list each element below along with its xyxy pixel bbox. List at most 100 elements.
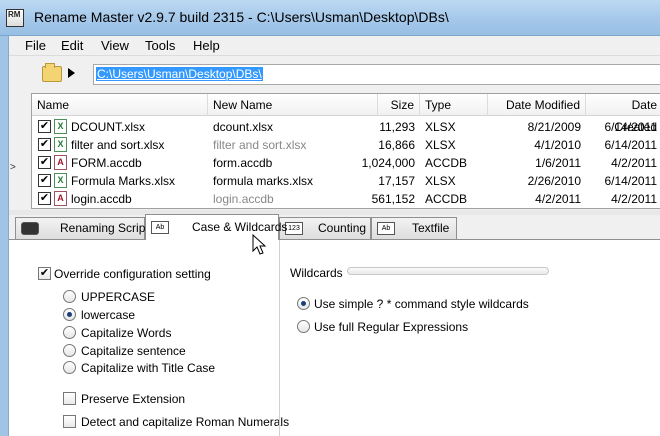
preserve-extension-checkbox[interactable] — [63, 392, 76, 405]
table-row[interactable]: ✔ X filter and sort.xlsx filter and sort… — [32, 136, 660, 154]
date-modified: 1/6/2011 — [535, 156, 581, 170]
column-header-size[interactable]: Size — [378, 94, 420, 116]
file-type: ACCDB — [425, 156, 468, 170]
file-name: FORM.accdb — [71, 156, 142, 170]
row-checkbox[interactable]: ✔ — [38, 156, 51, 169]
uppercase-radio[interactable] — [63, 290, 76, 303]
file-size: 16,866 — [378, 138, 415, 152]
file-list[interactable]: Name New Name Size Type Date Modified Da… — [31, 93, 660, 209]
date-created: 4/2/2011 — [611, 156, 657, 170]
window-title: Rename Master v2.9.7 build 2315 - C:\Use… — [34, 9, 449, 25]
row-checkbox[interactable]: ✔ — [38, 174, 51, 187]
tab-bar: Renaming Script Ab Case & Wildcards 123 … — [9, 214, 660, 240]
path-value: C:\Users\Usman\Desktop\DBs\ — [96, 67, 263, 81]
column-header-name[interactable]: Name — [32, 94, 208, 116]
textfile-icon: Ab — [377, 222, 395, 235]
file-size: 561,152 — [371, 192, 415, 206]
mouse-cursor-icon — [252, 234, 267, 255]
simple-wildcards-radio[interactable] — [297, 297, 310, 310]
tab-label: Case & Wildcards — [192, 220, 288, 234]
capitalize-sentence-label[interactable]: Capitalize sentence — [81, 344, 186, 358]
date-created: 6/14/2011 — [604, 120, 658, 134]
menu-view[interactable]: View — [101, 38, 129, 53]
menu-tools[interactable]: Tools — [145, 38, 175, 53]
row-checkbox[interactable]: ✔ — [38, 138, 51, 151]
path-input[interactable]: C:\Users\Usman\Desktop\DBs\ — [93, 64, 660, 85]
expand-arrow-icon[interactable]: > — [10, 162, 16, 173]
file-size: 1,024,000 — [361, 156, 415, 170]
case-icon: Ab — [151, 221, 169, 234]
file-type: ACCDB — [425, 192, 468, 206]
capitalize-words-radio[interactable] — [63, 326, 76, 339]
case-wildcards-panel: ✔ Override configuration setting UPPERCA… — [9, 240, 660, 436]
folder-browse-icon[interactable] — [42, 63, 62, 82]
row-checkbox[interactable]: ✔ — [38, 192, 51, 205]
title-case-label[interactable]: Capitalize with Title Case — [81, 361, 215, 375]
wildcards-title: Wildcards — [290, 266, 343, 280]
regex-radio[interactable] — [297, 320, 310, 333]
roman-numerals-checkbox[interactable] — [63, 415, 76, 428]
regex-label[interactable]: Use full Regular Expressions — [314, 320, 468, 334]
file-name: Formula Marks.xlsx — [71, 174, 176, 188]
panel-divider — [279, 240, 280, 436]
new-name: login.accdb — [213, 192, 274, 206]
go-arrow-icon[interactable] — [68, 68, 75, 78]
tab-textfile[interactable]: Ab Textfile — [371, 217, 457, 239]
date-created: 6/14/2011 — [604, 174, 658, 188]
new-name: filter and sort.xlsx — [213, 138, 307, 152]
file-type: XLSX — [425, 138, 456, 152]
table-row[interactable]: ✔ X DCOUNT.xlsx dcount.xlsx 11,293 XLSX … — [32, 118, 660, 136]
uppercase-label[interactable]: UPPERCASE — [81, 290, 155, 304]
file-size: 11,293 — [379, 120, 415, 134]
date-modified: 8/21/2009 — [527, 120, 581, 134]
app-icon: RM — [6, 9, 24, 27]
roman-numerals-label[interactable]: Detect and capitalize Roman Numerals — [81, 415, 289, 429]
new-name: formula marks.xlsx — [213, 174, 314, 188]
override-checkbox[interactable]: ✔ — [38, 267, 51, 280]
main-window: File Edit View Tools Help C:\Users\Usman… — [8, 36, 660, 436]
capitalize-sentence-radio[interactable] — [63, 344, 76, 357]
file-size: 17,157 — [378, 174, 415, 188]
path-bar: C:\Users\Usman\Desktop\DBs\ — [9, 57, 660, 91]
new-name: form.accdb — [213, 156, 273, 170]
column-header-date-modified[interactable]: Date Modified — [488, 94, 586, 116]
tab-renaming-script[interactable]: Renaming Script — [15, 217, 149, 239]
preserve-extension-label[interactable]: Preserve Extension — [81, 392, 185, 406]
tab-label: Counting — [318, 221, 367, 235]
file-type: XLSX — [425, 174, 456, 188]
date-created: 4/2/2011 — [611, 192, 657, 206]
file-name: DCOUNT.xlsx — [71, 120, 145, 134]
date-created: 6/14/2011 — [604, 138, 658, 152]
file-type: XLSX — [425, 120, 456, 134]
file-name: filter and sort.xlsx — [71, 138, 165, 152]
row-checkbox[interactable]: ✔ — [38, 120, 51, 133]
column-header-type[interactable]: Type — [420, 94, 488, 116]
column-header-date-created[interactable]: Date Created — [586, 94, 660, 134]
override-label[interactable]: Override configuration setting — [54, 267, 211, 281]
lowercase-label[interactable]: lowercase — [81, 308, 135, 322]
lowercase-radio[interactable] — [63, 308, 76, 321]
new-name: dcount.xlsx — [213, 120, 274, 134]
date-modified: 4/2/2011 — [535, 192, 581, 206]
tab-label: Renaming Script — [60, 221, 149, 235]
capitalize-words-label[interactable]: Capitalize Words — [81, 326, 171, 340]
column-header-new-name[interactable]: New Name — [208, 94, 378, 116]
menu-bar: File Edit View Tools Help — [9, 36, 660, 56]
table-row[interactable]: ✔ X Formula Marks.xlsx formula marks.xls… — [32, 172, 660, 190]
wildcards-group-line — [347, 267, 549, 275]
table-row[interactable]: ✔ A login.accdb login.accdb 561,152 ACCD… — [32, 190, 660, 208]
script-icon — [21, 222, 39, 235]
simple-wildcards-label[interactable]: Use simple ? * command style wildcards — [314, 297, 529, 311]
tab-counting[interactable]: 123 Counting — [279, 217, 371, 239]
menu-help[interactable]: Help — [193, 38, 220, 53]
title-case-radio[interactable] — [63, 361, 76, 374]
table-row[interactable]: ✔ A FORM.accdb form.accdb 1,024,000 ACCD… — [32, 154, 660, 172]
tab-label: Textfile — [412, 221, 450, 235]
file-name: login.accdb — [71, 192, 132, 206]
title-bar[interactable]: RM Rename Master v2.9.7 build 2315 - C:\… — [0, 0, 660, 36]
list-header: Name New Name Size Type Date Modified Da… — [32, 94, 660, 134]
menu-edit[interactable]: Edit — [61, 38, 83, 53]
date-modified: 2/26/2010 — [527, 174, 581, 188]
menu-file[interactable]: File — [25, 38, 46, 53]
counter-icon: 123 — [285, 222, 303, 235]
